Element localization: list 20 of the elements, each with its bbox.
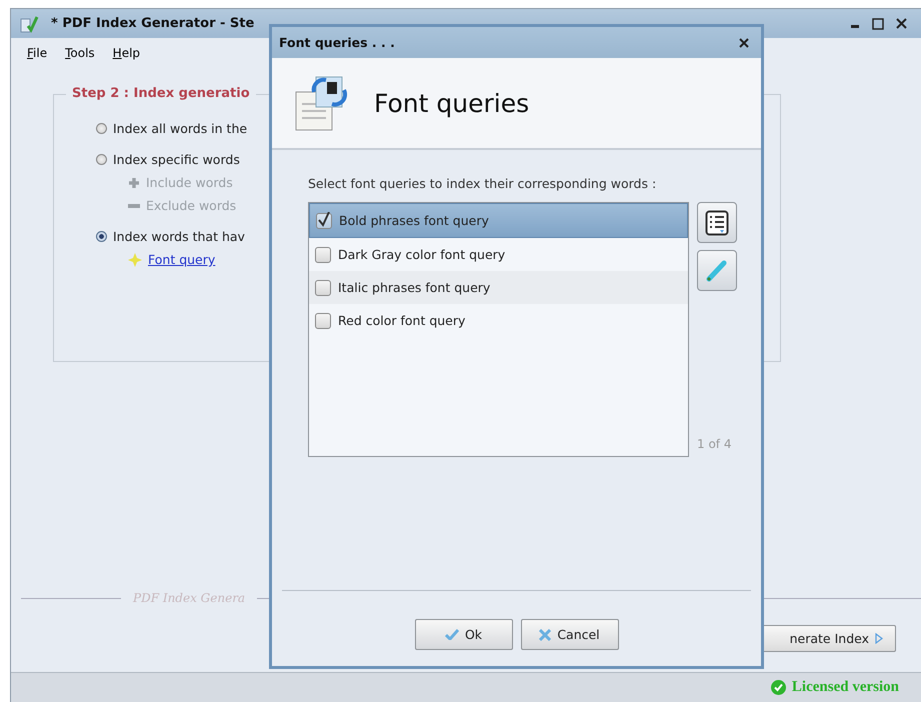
menu-item[interactable]: Tools: [65, 46, 95, 60]
font-query-link[interactable]: Font query: [148, 252, 216, 267]
list-item[interactable]: Dark Gray color font query: [309, 238, 688, 271]
item-counter: 1 of 4: [697, 437, 732, 453]
license-status: Licensed version: [792, 679, 899, 696]
list-item[interactable]: Red color font query: [309, 304, 688, 337]
menu-item[interactable]: File: [27, 46, 48, 60]
option-label[interactable]: Index words that hav: [113, 229, 245, 244]
cancel-button[interactable]: Cancel: [520, 619, 618, 650]
instruction-text: Select font queries to index their corresponding words :: [308, 176, 658, 191]
dialog-title: Font queries . . .: [279, 35, 395, 50]
list-item[interactable]: Bold phrases font query: [309, 203, 688, 238]
option-label[interactable]: Index all words in the: [113, 121, 248, 136]
menu-item[interactable]: Help: [112, 46, 140, 60]
dialog-heading: Font queries: [374, 88, 530, 118]
list-item[interactable]: Italic phrases font query: [309, 271, 688, 304]
ok-button[interactable]: Ok: [414, 619, 512, 650]
group-title: Step 2 : Index generatio: [66, 86, 256, 101]
window-title: * PDF Index Generator - Ste: [51, 16, 254, 31]
option-label[interactable]: Index specific words: [113, 152, 240, 167]
